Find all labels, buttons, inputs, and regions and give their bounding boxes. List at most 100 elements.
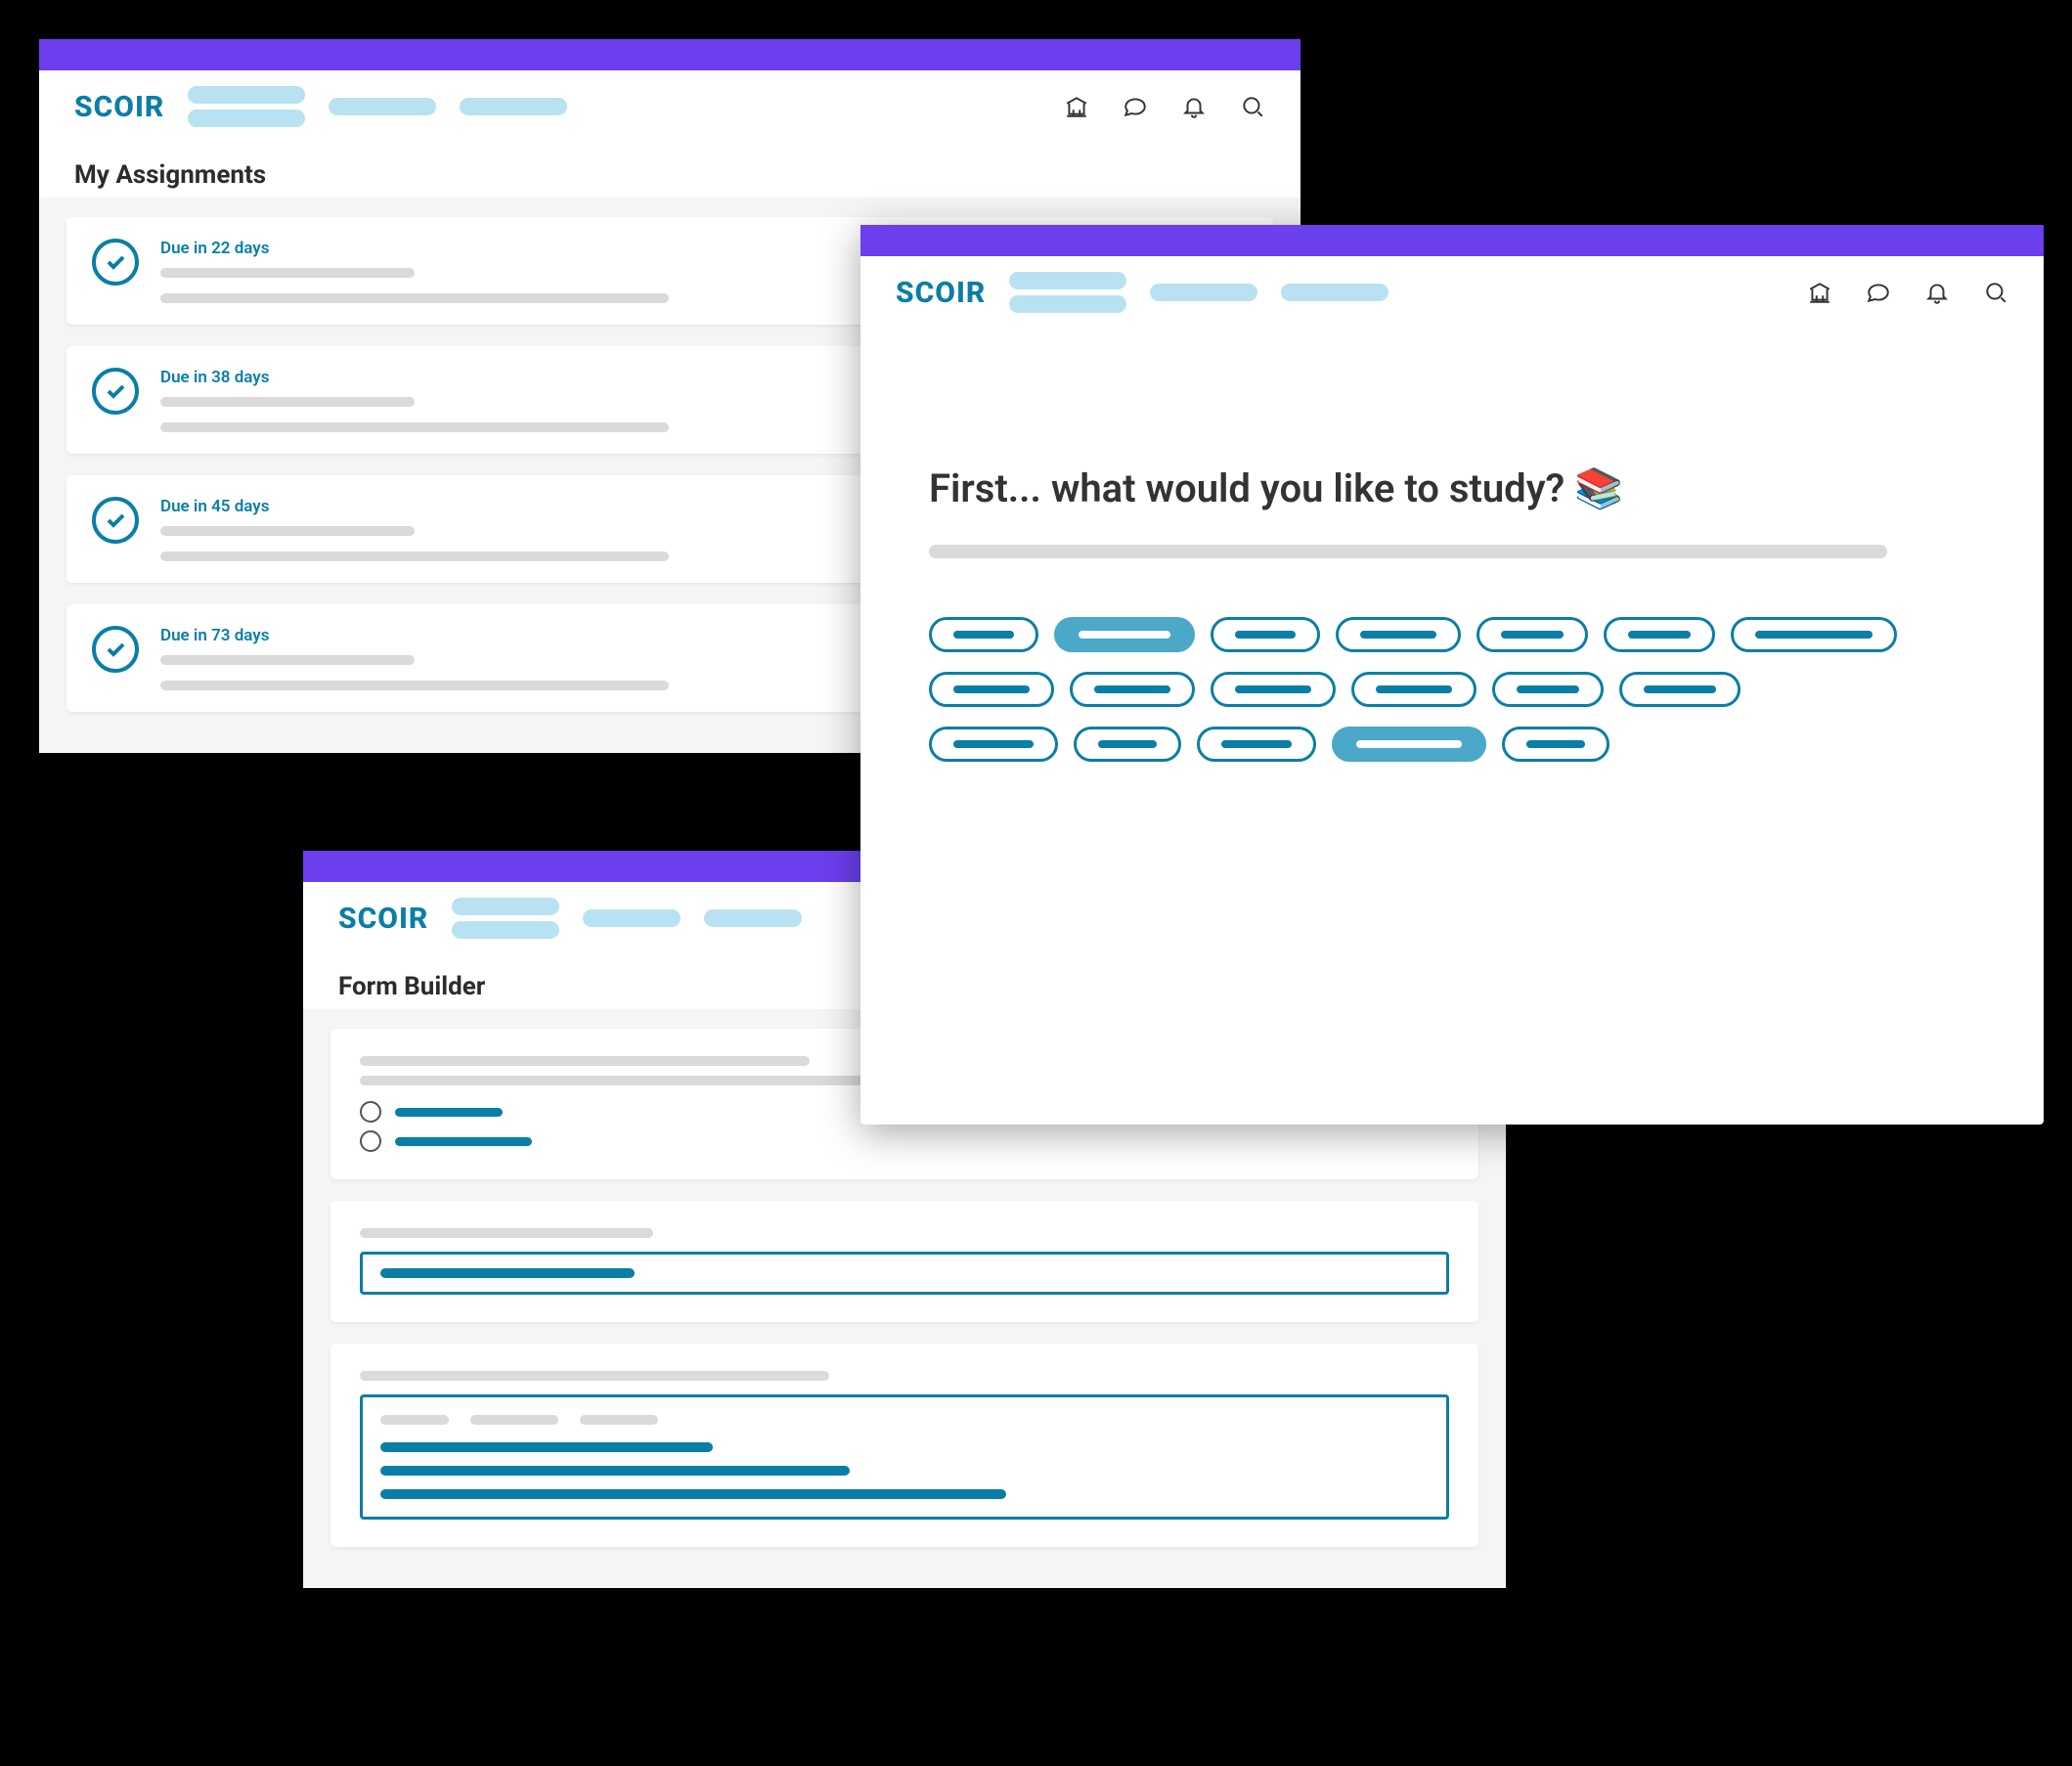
study-prompt-window: SCOIR First... what would you like to st…	[860, 225, 2044, 1125]
study-chip[interactable]	[1336, 617, 1461, 652]
study-chip[interactable]	[1492, 672, 1604, 707]
radio-icon[interactable]	[360, 1101, 381, 1123]
radio-icon[interactable]	[360, 1130, 381, 1152]
study-chip[interactable]	[1070, 672, 1195, 707]
study-chip[interactable]	[1197, 727, 1316, 762]
study-chip[interactable]	[1054, 617, 1195, 652]
nav-item-active[interactable]	[1009, 272, 1126, 313]
radio-label	[395, 1108, 503, 1117]
textarea-content	[380, 1442, 713, 1452]
study-chip[interactable]	[1619, 672, 1741, 707]
study-chip[interactable]	[1211, 617, 1320, 652]
chip-label	[1376, 685, 1452, 693]
skeleton-text	[360, 1228, 653, 1238]
nav-item-active[interactable]	[452, 898, 559, 939]
nav-item-active[interactable]	[188, 86, 305, 127]
rich-textarea[interactable]	[360, 1394, 1449, 1520]
skeleton-text	[360, 1371, 829, 1381]
chip-label	[1356, 740, 1462, 748]
study-chip[interactable]	[929, 617, 1038, 652]
chip-label	[1526, 740, 1585, 748]
form-textarea-block	[331, 1344, 1478, 1547]
check-circle-icon[interactable]	[92, 626, 139, 673]
skeleton-text	[929, 545, 1887, 558]
chat-icon[interactable]	[1123, 94, 1148, 119]
nav-item[interactable]	[329, 98, 436, 115]
radio-option[interactable]	[360, 1130, 1449, 1152]
chat-icon[interactable]	[1866, 280, 1891, 305]
search-icon[interactable]	[1983, 280, 2008, 305]
search-icon[interactable]	[1240, 94, 1265, 119]
check-circle-icon[interactable]	[92, 497, 139, 544]
study-chip[interactable]	[1731, 617, 1897, 652]
nav-item[interactable]	[1150, 284, 1257, 301]
bank-icon[interactable]	[1064, 94, 1089, 119]
nav-item[interactable]	[704, 909, 802, 927]
study-chip[interactable]	[1351, 672, 1477, 707]
skeleton-text	[160, 655, 415, 665]
chip-label	[1755, 631, 1873, 639]
study-chip[interactable]	[929, 672, 1054, 707]
chip-label	[1221, 740, 1292, 748]
study-chip[interactable]	[1604, 617, 1715, 652]
nav-item[interactable]	[1281, 284, 1389, 301]
window-topbar	[39, 39, 1301, 70]
study-chip[interactable]	[1211, 672, 1336, 707]
logo: SCOIR	[896, 276, 986, 310]
skeleton-text	[160, 681, 669, 690]
navbar: SCOIR	[860, 256, 2044, 329]
chip-label	[1644, 685, 1716, 693]
bell-icon[interactable]	[1181, 94, 1207, 119]
study-chip[interactable]	[1074, 727, 1181, 762]
study-chip[interactable]	[1502, 727, 1609, 762]
logo: SCOIR	[74, 90, 164, 124]
chip-label	[1094, 685, 1170, 693]
toolbar-item[interactable]	[380, 1415, 449, 1425]
bank-icon[interactable]	[1807, 280, 1832, 305]
check-circle-icon[interactable]	[92, 368, 139, 415]
study-heading: First... what would you like to study? 📚	[929, 465, 1975, 511]
radio-label	[395, 1137, 532, 1146]
skeleton-text	[160, 397, 415, 407]
chip-group	[929, 727, 1975, 762]
nav-item[interactable]	[460, 98, 567, 115]
study-chip[interactable]	[1477, 617, 1588, 652]
page-title: My Assignments	[39, 143, 1301, 198]
input-value	[380, 1268, 635, 1278]
form-input-block	[331, 1201, 1478, 1322]
study-chip[interactable]	[1332, 727, 1486, 762]
nav-item[interactable]	[583, 909, 681, 927]
bell-icon[interactable]	[1924, 280, 1950, 305]
chip-label	[1235, 631, 1296, 639]
skeleton-text	[160, 293, 669, 303]
chip-group	[929, 672, 1975, 707]
chip-label	[1517, 685, 1579, 693]
check-circle-icon[interactable]	[92, 239, 139, 286]
study-chip[interactable]	[929, 727, 1058, 762]
window-topbar	[860, 225, 2044, 256]
skeleton-text	[160, 422, 669, 432]
text-input[interactable]	[360, 1252, 1449, 1295]
skeleton-text	[360, 1056, 810, 1066]
logo: SCOIR	[338, 902, 428, 936]
chip-label	[1628, 631, 1691, 639]
chip-label	[1360, 631, 1436, 639]
chip-label	[1501, 631, 1564, 639]
chip-label	[953, 740, 1034, 748]
chip-label	[1098, 740, 1157, 748]
textarea-toolbar	[380, 1415, 1429, 1425]
textarea-content	[380, 1489, 1006, 1499]
toolbar-item[interactable]	[470, 1415, 558, 1425]
study-body: First... what would you like to study? 📚	[860, 329, 2044, 840]
textarea-content	[380, 1466, 850, 1476]
chip-label	[953, 685, 1030, 693]
chip-label	[1079, 631, 1170, 639]
chip-label	[1235, 685, 1311, 693]
chip-group	[929, 617, 1975, 652]
skeleton-text	[160, 526, 415, 536]
skeleton-text	[160, 552, 669, 561]
navbar: SCOIR	[39, 70, 1301, 143]
skeleton-text	[160, 268, 415, 278]
chip-label	[953, 631, 1014, 639]
toolbar-item[interactable]	[580, 1415, 658, 1425]
